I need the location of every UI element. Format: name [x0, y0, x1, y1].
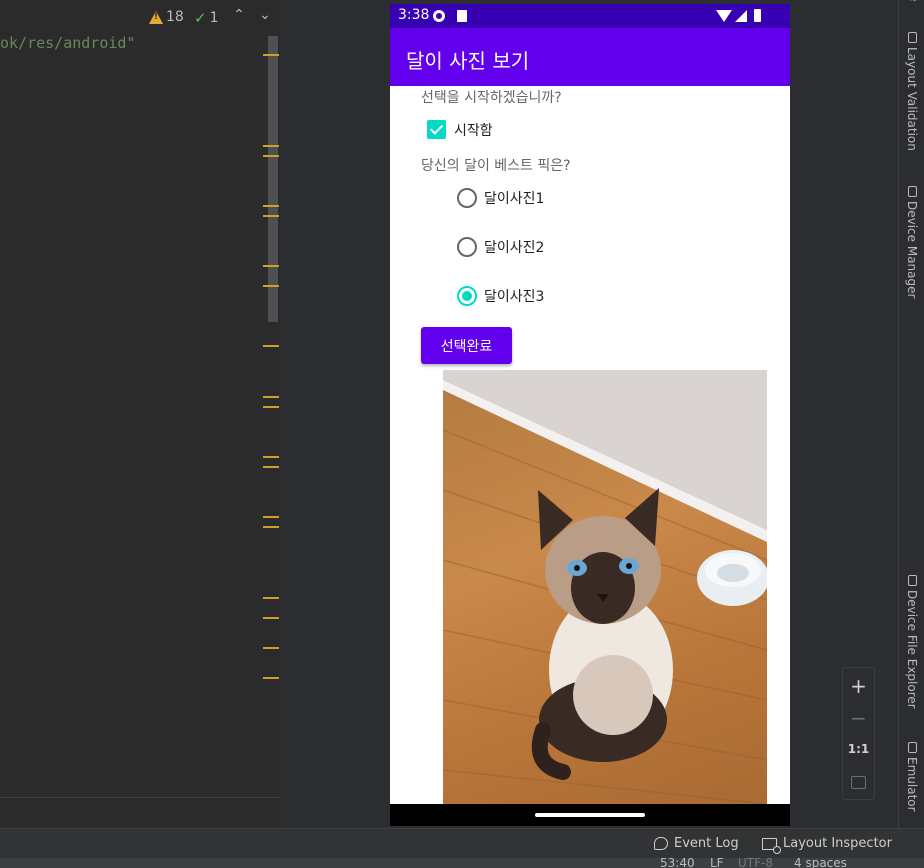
home-gesture-pill[interactable]: [535, 813, 645, 817]
warnings-badge[interactable]: 18: [149, 9, 184, 25]
app-toolbar: 달이 사진 보기: [390, 28, 790, 86]
error-stripe-marker[interactable]: [263, 155, 279, 157]
tool-tab-layout-validation[interactable]: Layout Validation: [899, 32, 924, 151]
radio-button[interactable]: [457, 188, 477, 208]
radio-button[interactable]: [457, 237, 477, 257]
radio-button-selected[interactable]: [457, 286, 477, 306]
error-stripe-marker[interactable]: [263, 406, 279, 408]
error-stripe-marker[interactable]: [263, 597, 279, 599]
typos-count: 1: [209, 10, 219, 26]
layout-inspector-label: Layout Inspector: [783, 836, 892, 851]
caret-position[interactable]: 53:40: [660, 858, 695, 868]
tool-tab-label: Device File Explorer: [905, 590, 919, 709]
question-start-label: 선택을 시작하겠습니까?: [421, 90, 562, 106]
error-stripe-marker[interactable]: [263, 285, 279, 287]
layout-inspector-icon: [762, 837, 781, 854]
zoom-out-button[interactable]: −: [843, 706, 874, 730]
cat-photo-drawing: [443, 370, 767, 804]
error-stripe-marker[interactable]: [263, 265, 279, 267]
code-line[interactable]: ok/res/android": [0, 34, 135, 52]
error-stripe-marker[interactable]: [263, 345, 279, 347]
error-stripe-marker[interactable]: [263, 215, 279, 217]
done-button[interactable]: 선택완료: [421, 327, 512, 364]
editor-scrollbar[interactable]: [268, 36, 278, 322]
zoom-controls: + − 1:1: [842, 667, 875, 800]
tool-tab-device-manager[interactable]: Device Manager: [899, 186, 924, 298]
tool-tab-device-file-explorer[interactable]: Device File Explorer: [899, 575, 924, 709]
emulator-icon: [907, 742, 917, 753]
error-stripe-marker[interactable]: [263, 205, 279, 207]
file-encoding[interactable]: UTF-8: [738, 858, 773, 868]
tool-tab-partial[interactable]: e: [901, 0, 924, 1]
typos-badge[interactable]: ✓ 1: [194, 9, 219, 27]
error-stripe-marker[interactable]: [263, 677, 279, 679]
battery-icon: [754, 9, 761, 22]
app-title: 달이 사진 보기: [406, 49, 530, 73]
cat-photo: [443, 370, 767, 804]
gear-icon: [433, 10, 445, 22]
error-stripe-marker[interactable]: [263, 466, 279, 468]
radio-option-1[interactable]: 달이사진1: [457, 186, 544, 210]
tool-tab-label: Layout Validation: [905, 47, 919, 151]
tool-tab-label: Device Manager: [905, 201, 919, 299]
editor-bottom-area: [0, 797, 281, 828]
error-stripe-marker[interactable]: [263, 54, 279, 56]
zoom-actual-size-button[interactable]: 1:1: [843, 742, 874, 756]
error-stripe-marker[interactable]: [263, 396, 279, 398]
device-file-explorer-icon: [907, 575, 917, 586]
error-stripe-marker[interactable]: [263, 647, 279, 649]
error-stripe-marker[interactable]: [263, 456, 279, 458]
zoom-fit-button[interactable]: [843, 774, 874, 793]
status-time: 3:38: [398, 7, 430, 23]
tool-tab-label: Emulator: [905, 757, 919, 812]
chevron-up-icon[interactable]: ⌃: [231, 7, 247, 23]
radio-option-2[interactable]: 달이사진2: [457, 235, 544, 259]
ide-window: 18 ✓ 1 ⌃ ⌄ ok/res/android": [0, 0, 924, 868]
error-stripe-marker[interactable]: [263, 145, 279, 147]
right-tool-strip: e Layout Validation Device Manager Devic…: [898, 0, 924, 828]
event-log-icon: [654, 837, 668, 850]
status-bar: 53:40 LF UTF-8 4 spaces: [0, 858, 924, 868]
question-best-label: 당신의 달이 베스트 픽은?: [421, 158, 571, 174]
start-checkbox-label[interactable]: 시작함: [454, 120, 493, 140]
signal-icon: [735, 10, 747, 22]
device-manager-icon: [907, 186, 917, 197]
indent-setting[interactable]: 4 spaces: [794, 858, 847, 868]
warning-icon: [149, 10, 163, 24]
layout-inspector-button[interactable]: Layout Inspector: [762, 836, 892, 854]
sd-card-icon: [457, 10, 467, 22]
code-editor[interactable]: 18 ✓ 1 ⌃ ⌄ ok/res/android": [0, 0, 281, 797]
android-navigation-bar: [390, 804, 790, 826]
tool-window-bar: Event Log Layout Inspector: [0, 828, 924, 858]
radio-label[interactable]: 달이사진2: [484, 237, 544, 257]
start-checkbox[interactable]: [427, 120, 446, 139]
typo-check-icon: ✓: [194, 9, 207, 27]
error-stripe-marker[interactable]: [263, 516, 279, 518]
event-log-label: Event Log: [674, 836, 739, 851]
radio-label[interactable]: 달이사진1: [484, 188, 544, 208]
chevron-down-icon[interactable]: ⌄: [257, 7, 273, 23]
android-status-bar: 3:38: [390, 4, 790, 28]
editor-inspection-bar: 18 ✓ 1 ⌃ ⌄: [0, 0, 281, 34]
radio-label[interactable]: 달이사진3: [484, 286, 544, 306]
fit-screen-icon: [851, 776, 866, 789]
tool-tab-emulator[interactable]: Emulator: [899, 742, 924, 812]
wifi-icon: [716, 10, 732, 22]
warnings-count: 18: [166, 9, 184, 25]
error-stripe-marker[interactable]: [263, 526, 279, 528]
layout-validation-icon: [907, 32, 917, 43]
zoom-in-button[interactable]: +: [843, 674, 874, 698]
line-ending[interactable]: LF: [710, 858, 724, 868]
error-stripe-marker[interactable]: [263, 617, 279, 619]
event-log-button[interactable]: Event Log: [654, 836, 739, 851]
emulator-device-screen[interactable]: 3:38 달이 사진 보기 선택을 시작하겠습니까? 시작함 당신의 달이 베스…: [390, 4, 790, 826]
radio-option-3[interactable]: 달이사진3: [457, 284, 544, 308]
